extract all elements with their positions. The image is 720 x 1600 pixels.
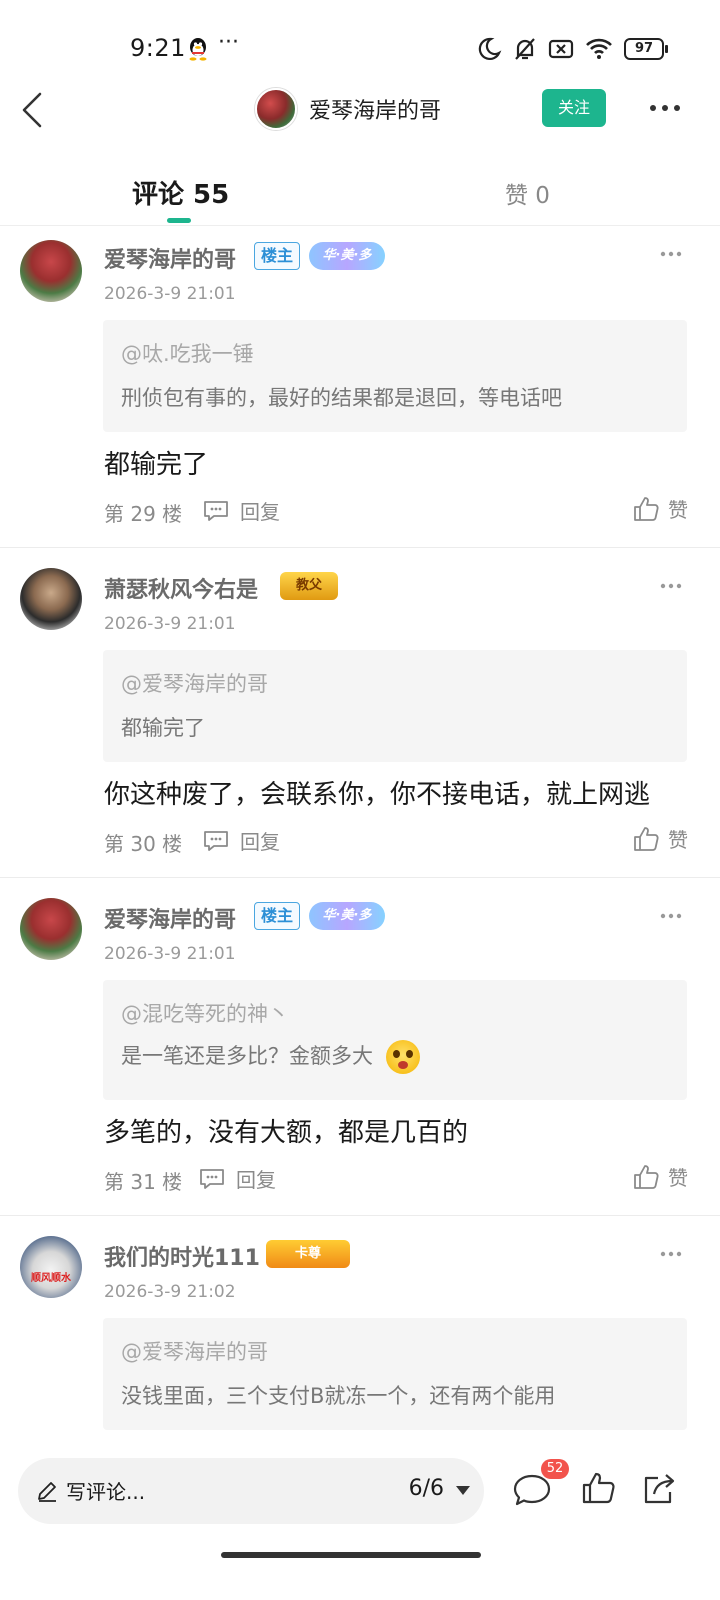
comment-footer: 第 29 楼 回复 赞 [104,494,688,528]
status-time: 9:21 [130,34,186,62]
reply-button[interactable]: 回复 [198,1164,276,1193]
comment-footer: 第 30 楼 回复 赞 [104,824,688,858]
tab-likes[interactable]: 赞 0 [505,176,550,210]
quote-text: 是一笔还是多比？金额多大 [121,1044,373,1068]
thumbs-up-icon [634,1164,659,1189]
reply-button[interactable]: 回复 [202,826,280,855]
no-sim-icon [548,39,574,59]
reply-label: 回复 [240,500,280,524]
write-comment-input[interactable]: 写评论... 6/6 [18,1458,484,1524]
header-avatar[interactable] [255,88,297,130]
thumbs-up-icon [634,496,659,521]
quote-text: 刑侦包有事的，最好的结果都是退回，等电话吧 [121,386,562,410]
like-button[interactable]: 赞 [632,1162,688,1191]
more-options-icon[interactable] [648,96,682,120]
back-arrow-icon[interactable] [16,90,48,130]
comment-body: 多笔的，没有大额，都是几百的 [104,1118,469,1148]
host-badge: 楼主 [254,902,301,930]
avatar[interactable] [20,898,82,960]
avatar[interactable] [20,240,82,302]
comment-more-icon[interactable] [660,912,682,920]
comment-item: 爱琴海岸的哥 楼主 华·美·多 2026-3-9 21:01 @混吃等死的神丶 … [0,878,720,1216]
quote-author: @混吃等死的神丶 [121,1002,289,1026]
level-badge: 华·美·多 [309,242,385,270]
comment-time: 2026-3-9 21:01 [104,614,236,634]
qq-penguin-icon [189,38,207,61]
reply-icon [200,1168,224,1189]
host-badge: 楼主 [254,242,301,270]
quoted-reply[interactable]: @呔.吃我一锤 刑侦包有事的，最好的结果都是退回，等电话吧 [103,320,687,432]
reply-icon [204,830,228,851]
comment-author[interactable]: 爱琴海岸的哥 [104,902,236,934]
quote-author: @爱琴海岸的哥 [121,1340,268,1364]
avatar[interactable]: 顺风顺水 [20,1236,82,1298]
quote-author: @呔.吃我一锤 [121,342,254,366]
floor-number: 第 30 楼 [104,832,183,856]
quoted-reply[interactable]: @爱琴海岸的哥 都输完了 [103,650,687,762]
comment-author[interactable]: 我们的时光111 [104,1240,260,1272]
active-tab-indicator [167,218,191,223]
share-icon[interactable] [640,1470,678,1506]
quote-text-row: 是一笔还是多比？金额多大 [121,1040,420,1074]
reply-icon [204,500,228,521]
quote-author: @爱琴海岸的哥 [121,672,268,696]
like-button[interactable]: 赞 [632,824,688,853]
home-indicator[interactable] [221,1552,481,1558]
floor-number: 第 29 楼 [104,502,183,526]
thumbs-up-icon [634,826,659,851]
header-user[interactable]: 爱琴海岸的哥 [255,88,441,130]
avatar-caption: 顺风顺水 [31,1273,71,1284]
like-label: 赞 [668,1166,688,1190]
shocked-emoji-icon [385,1040,420,1074]
comment-body: 都输完了 [104,450,209,480]
wifi-icon [586,38,612,59]
write-comment-placeholder: 写评论... [66,1480,146,1504]
page-indicator[interactable]: 6/6 [409,1476,444,1501]
like-label: 赞 [668,828,688,852]
title-badge: 卡尊 [266,1240,350,1268]
comment-item: 爱琴海岸的哥 楼主 华·美·多 2026-3-9 21:01 @呔.吃我一锤 刑… [0,228,720,548]
moon-icon [478,37,502,60]
comment-time: 2026-3-9 21:01 [104,944,236,964]
reply-label: 回复 [240,830,280,854]
thumbs-up-icon[interactable] [580,1470,616,1506]
status-bar: 9:21 ··· 97 [0,0,720,96]
chevron-down-icon[interactable] [456,1486,470,1495]
follow-button[interactable]: 关注 [542,89,606,127]
comment-more-icon[interactable] [660,582,682,590]
comment-body: 你这种废了，会联系你，你不接电话，就上网逃 [104,780,651,810]
page-title: 爱琴海岸的哥 [309,99,442,124]
pen-icon [38,1482,56,1502]
comment-count-badge: 52 [541,1459,569,1479]
comment-author[interactable]: 爱琴海岸的哥 [104,242,236,274]
comment-item: 顺风顺水 我们的时光111 卡尊 2026-3-9 21:02 @爱琴海岸的哥 … [0,1216,720,1440]
status-more-indicator: ··· [218,30,239,55]
avatar[interactable] [20,568,82,630]
title-badge: 教父 [280,572,338,600]
bell-muted-icon [515,38,535,60]
comment-author[interactable]: 萧瑟秋风今右是 [104,572,258,604]
tab-bar: 评论 55 赞 0 [0,160,720,226]
floor-number: 第 31 楼 [104,1170,183,1194]
comment-time: 2026-3-9 21:01 [104,284,236,304]
comment-time: 2026-3-9 21:02 [104,1282,236,1302]
battery-icon: 97 [624,38,668,60]
like-label: 赞 [668,498,688,522]
comment-item: 萧瑟秋风今右是 教父 2026-3-9 21:01 @爱琴海岸的哥 都输完了 你… [0,548,720,878]
quote-text: 都输完了 [121,716,205,740]
quoted-reply[interactable]: @爱琴海岸的哥 没钱里面，三个支付B就冻一个，还有两个能用 [103,1318,687,1430]
reply-button[interactable]: 回复 [202,496,280,525]
quote-text: 没钱里面，三个支付B就冻一个，还有两个能用 [121,1384,556,1408]
comment-more-icon[interactable] [660,250,682,258]
comment-more-icon[interactable] [660,1250,682,1258]
tab-comments[interactable]: 评论 55 [132,174,229,211]
comment-footer: 第 31 楼 回复 赞 [104,1162,688,1196]
bottom-action-bar: 写评论... 6/6 52 [0,1440,720,1600]
reply-label: 回复 [236,1168,276,1192]
quoted-reply[interactable]: @混吃等死的神丶 是一笔还是多比？金额多大 [103,980,687,1100]
like-button[interactable]: 赞 [632,494,688,523]
level-badge: 华·美·多 [309,902,385,930]
